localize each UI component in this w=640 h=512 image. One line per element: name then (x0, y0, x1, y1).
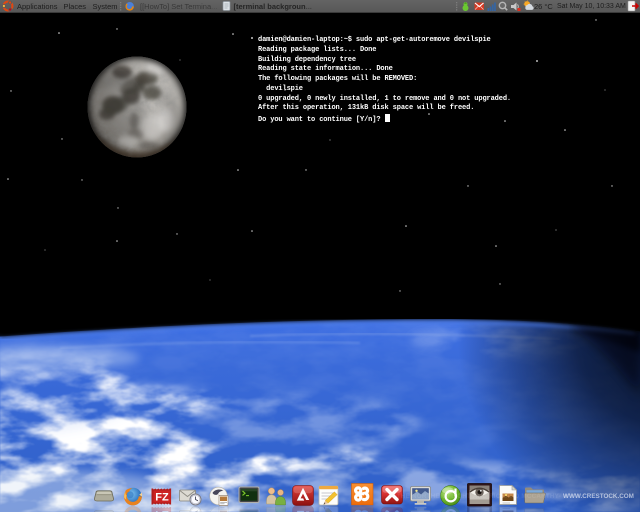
svg-text:FZ: FZ (155, 492, 169, 504)
